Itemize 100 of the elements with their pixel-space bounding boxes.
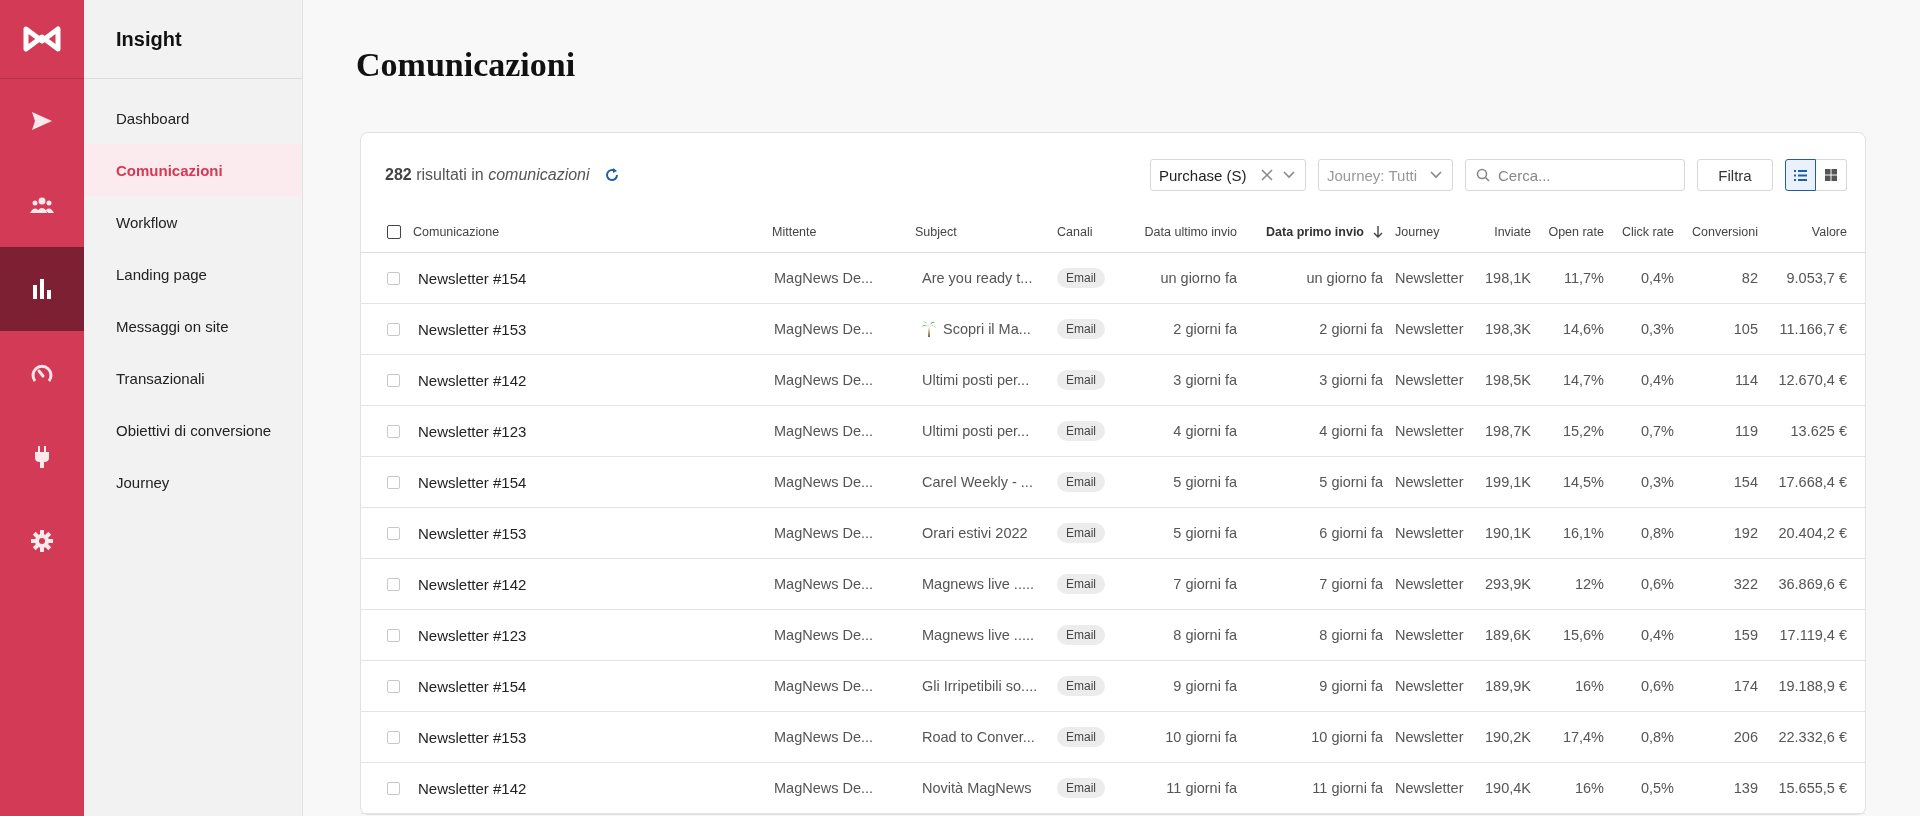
table-cell-text: MagNews De... xyxy=(773,321,874,337)
table-cell-text: Newsletter #123 xyxy=(417,626,527,644)
row-checkbox[interactable] xyxy=(387,475,400,489)
table-cell: Orari estivi 2022 xyxy=(922,525,1028,541)
sidebar-item[interactable]: Landing page xyxy=(84,248,302,300)
table-cell: 322 xyxy=(1733,576,1758,592)
table-cell-text: MagNews De... xyxy=(773,627,874,643)
page-title: Comunicazioni xyxy=(356,45,577,85)
row-checkbox[interactable] xyxy=(387,628,400,642)
type-select[interactable]: Purchase (S) xyxy=(1150,159,1306,191)
table-cell: Newsletter xyxy=(1395,729,1464,745)
row-checkbox[interactable] xyxy=(387,526,400,540)
table-cell: Ultimi posti per... xyxy=(922,372,1030,388)
select-all-checkbox[interactable] xyxy=(387,225,401,239)
refresh-icon[interactable] xyxy=(604,168,619,182)
column-header[interactable]: Canali xyxy=(1057,225,1093,239)
results-count: 282 risultati in comunicazioni xyxy=(385,166,590,184)
table-cell-text: MagNews De... xyxy=(773,270,874,286)
column-header[interactable]: Comunicazione xyxy=(413,225,500,239)
list-view-button[interactable] xyxy=(1785,159,1816,191)
column-header[interactable]: Mittente xyxy=(772,225,817,239)
channel-tag: Email xyxy=(1057,472,1105,492)
row-checkbox[interactable] xyxy=(387,373,400,387)
table-cell: 16% xyxy=(1574,678,1604,694)
row-checkbox[interactable] xyxy=(387,577,400,591)
table-cell: 11,7% xyxy=(1563,270,1604,286)
table-cell: 8 giorni fa xyxy=(1319,627,1383,643)
row-checkbox[interactable] xyxy=(387,271,400,285)
table-cell: 82 xyxy=(1741,270,1758,286)
logo-icon[interactable] xyxy=(22,25,62,53)
table-cell: 16,1% xyxy=(1562,525,1604,541)
table-cell: 20.404,2 € xyxy=(1778,525,1847,541)
table-cell-text: Newsletter #153 xyxy=(417,728,527,746)
sidebar-item[interactable]: Dashboard xyxy=(84,92,302,144)
table-cell: 2 giorni fa xyxy=(1319,321,1383,337)
table-cell: 17.668,4 € xyxy=(1778,474,1847,490)
clear-icon[interactable] xyxy=(1261,169,1273,181)
table-cell: 13.625 € xyxy=(1790,423,1847,439)
channel-tag: Email xyxy=(1057,574,1105,594)
table-cell: 11 giorni fa xyxy=(1166,780,1237,796)
table-cell-text: MagNews De... xyxy=(773,474,874,490)
table-cell: 206 xyxy=(1733,729,1758,745)
table-cell: 11.166,7 € xyxy=(1779,321,1847,337)
table-cell: 22.332,6 € xyxy=(1778,729,1847,745)
table-cell: 19.188,9 € xyxy=(1778,678,1847,694)
table-cell: Newsletter xyxy=(1395,678,1464,694)
column-header[interactable]: Journey xyxy=(1395,225,1440,239)
row-checkbox[interactable] xyxy=(387,781,400,795)
row-checkbox[interactable] xyxy=(387,730,400,744)
table-cell: Scopri il Ma... xyxy=(922,321,1031,337)
filter-button[interactable]: Filtra xyxy=(1697,159,1773,191)
column-header[interactable]: Open rate xyxy=(1548,225,1604,239)
sort-arrow-icon[interactable] xyxy=(1373,226,1383,238)
rail-item[interactable] xyxy=(0,247,84,331)
chevron-down-icon xyxy=(1283,171,1295,179)
row-checkbox[interactable] xyxy=(387,424,400,438)
table-cell: un giorno fa xyxy=(1160,270,1237,286)
table-cell: Newsletter xyxy=(1395,627,1464,643)
table-cell: 119 xyxy=(1734,423,1758,439)
sidebar-item[interactable]: Comunicazioni xyxy=(84,144,302,196)
chevron-down-icon xyxy=(1430,171,1442,179)
table-cell: 7 giorni fa xyxy=(1173,576,1237,592)
sidebar-item[interactable]: Journey xyxy=(84,456,302,508)
table-cell-text: MagNews De... xyxy=(773,780,874,796)
section-title: Insight xyxy=(116,27,182,51)
table-cell: 14,5% xyxy=(1562,474,1604,490)
palm-tree-icon xyxy=(922,321,936,337)
column-header[interactable]: Subject xyxy=(915,225,957,239)
column-header[interactable]: Conversioni xyxy=(1692,225,1758,239)
table-cell: 293,9K xyxy=(1485,576,1531,592)
grid-view-button[interactable] xyxy=(1816,159,1847,191)
sidebar-item[interactable]: Transazionali xyxy=(84,352,302,404)
row-checkbox[interactable] xyxy=(387,679,400,693)
column-header[interactable]: Valore xyxy=(1811,225,1847,239)
column-header[interactable]: Data ultimo invio xyxy=(1144,225,1237,239)
table-cell: 7 giorni fa xyxy=(1319,576,1383,592)
table-cell: Newsletter xyxy=(1395,372,1464,388)
table-cell: 198,7K xyxy=(1485,423,1531,439)
channel-tag: Email xyxy=(1057,676,1105,696)
table-cell: Novità MagNews xyxy=(922,780,1032,796)
table-cell: 17,4% xyxy=(1562,729,1604,745)
sidebar-item[interactable]: Workflow xyxy=(84,196,302,248)
table-cell-text: Newsletter #142 xyxy=(417,779,527,797)
column-header[interactable]: Click rate xyxy=(1621,225,1674,239)
column-header[interactable]: Inviate xyxy=(1494,225,1531,239)
table-cell: Gli Irripetibili so.... xyxy=(922,678,1038,694)
sidebar-item[interactable]: Messaggi on site xyxy=(84,300,302,352)
channel-tag: Email xyxy=(1057,625,1105,645)
sidebar-item[interactable]: Obiettivi di conversione xyxy=(84,404,302,456)
table-cell: 189,9K xyxy=(1485,678,1531,694)
table-cell: 12.670,4 € xyxy=(1778,372,1847,388)
search-field[interactable]: Cerca... xyxy=(1465,159,1685,191)
search-icon xyxy=(1476,168,1490,182)
table-cell-text: Newsletter #154 xyxy=(417,473,527,491)
table-cell: 0,8% xyxy=(1640,729,1674,745)
table-cell: un giorno fa xyxy=(1306,270,1383,286)
grid-icon xyxy=(1825,169,1837,181)
row-checkbox[interactable] xyxy=(387,322,400,336)
column-header[interactable]: Data primo invio xyxy=(1266,225,1364,239)
table-cell: 114 xyxy=(1734,372,1758,388)
